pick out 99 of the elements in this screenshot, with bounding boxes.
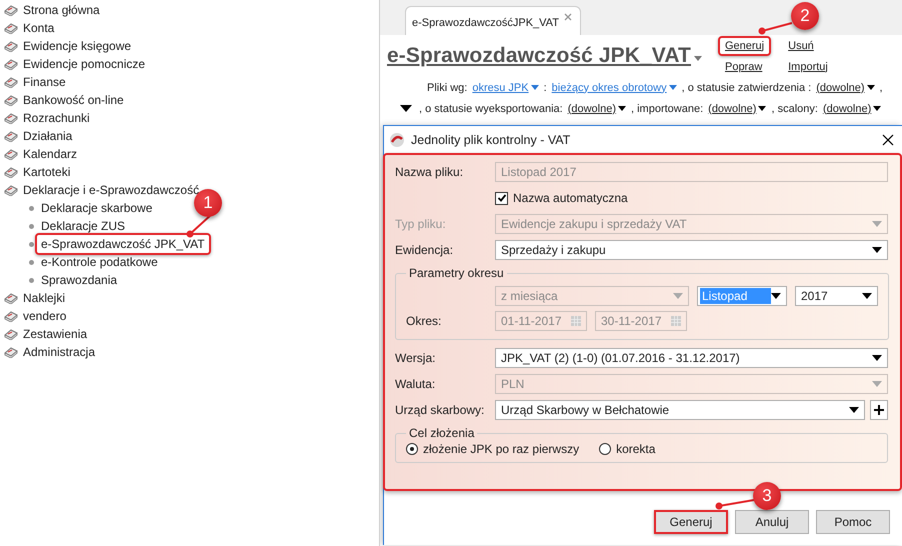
bullet-icon (29, 242, 34, 246)
dialog-button[interactable]: Pomoc (816, 510, 890, 534)
book-icon (4, 346, 18, 358)
filter-label: : (544, 82, 547, 94)
group-title: Cel złożenia (408, 426, 476, 440)
filter-dropdown[interactable]: (dowolne) (816, 82, 875, 94)
book-icon (4, 22, 18, 34)
caret-icon (872, 247, 882, 253)
caret-icon (872, 381, 882, 387)
caret-icon (849, 407, 859, 413)
caret-icon (872, 355, 882, 361)
dialog-button[interactable]: Generuj (654, 510, 728, 534)
tree-item[interactable]: Strona główna (0, 3, 100, 17)
tree-item[interactable]: Konta (0, 21, 54, 35)
filter-link[interactable]: bieżący okres obrotowy (552, 82, 677, 94)
tree-item[interactable]: Naklejki (0, 291, 66, 305)
field-label: Typ pliku: (395, 217, 447, 231)
group-title: Parametry okresu (408, 266, 505, 280)
radio-label: złożenie JPK po raz pierwszy (423, 442, 580, 456)
action-link[interactable]: Generuj (718, 36, 772, 56)
caret-icon (771, 293, 781, 299)
checkbox-label: Nazwa automatyczna (513, 191, 628, 205)
caret-icon (673, 293, 683, 299)
filter-dropdown[interactable]: (dowolne) (822, 102, 882, 114)
book-icon (4, 328, 18, 340)
caret-icon (862, 293, 872, 299)
field-label: Urząd skarbowy: (395, 403, 486, 417)
caret-icon (866, 85, 875, 90)
tree-item[interactable]: Kartoteki (0, 165, 70, 179)
filter-label: Pliki wg: (427, 82, 468, 94)
tree-item[interactable]: Ewidencje księgowe (0, 39, 132, 53)
tree-item[interactable]: Zestawienia (0, 327, 88, 341)
checkbox[interactable] (495, 192, 508, 204)
callout-badge: 3 (753, 482, 781, 510)
caret-icon (530, 85, 539, 90)
book-icon (4, 4, 18, 16)
page-title[interactable]: e-Sprawozdawczość JPK_VAT (387, 44, 691, 68)
tree-item[interactable]: Finanse (0, 75, 66, 89)
expand-icon[interactable] (400, 105, 412, 112)
tree-item[interactable]: Kalendarz (0, 147, 78, 161)
add-button[interactable] (870, 400, 888, 420)
dialog-title: Jednolity plik kontrolny - VAT (411, 132, 572, 146)
caret-icon (758, 106, 766, 112)
filter-label: , importowane: (631, 102, 704, 114)
tree-item[interactable]: Ewidencje pomocnicze (0, 57, 146, 71)
filter-label: , o statusie wyeksportowania: (419, 102, 563, 114)
radio-button[interactable] (406, 443, 418, 455)
bullet-icon (29, 206, 34, 210)
tree-item[interactable]: Bankowość on-line (0, 93, 124, 107)
dropdown-field[interactable]: 2017 (795, 286, 878, 306)
tree-item[interactable]: Administracja (0, 345, 96, 359)
tree-item[interactable]: Rozrachunki (0, 111, 90, 125)
caret-icon (872, 221, 882, 227)
caret-icon (668, 85, 677, 90)
caret-icon (873, 106, 882, 112)
book-icon (4, 310, 18, 322)
book-icon (4, 166, 18, 178)
book-icon (4, 112, 18, 124)
book-icon (4, 40, 18, 52)
filter-dropdown[interactable]: (dowolne) (708, 102, 766, 114)
caret-icon (618, 106, 626, 112)
action-link[interactable]: Usuń (781, 36, 821, 56)
book-icon (4, 292, 18, 304)
book-icon (4, 58, 18, 70)
dialog-button[interactable]: Anuluj (735, 510, 809, 534)
field-label: Waluta: (395, 377, 436, 391)
dropdown-field[interactable]: Urząd Skarbowy w Bełchatowie (495, 400, 865, 420)
field-label: Okres: (406, 314, 442, 328)
radio-button[interactable] (599, 443, 612, 455)
book-icon (4, 130, 18, 142)
dropdown-field[interactable]: JPK_VAT (2) (1-0) (01.07.2016 - 31.12.2017) (495, 348, 888, 368)
bullet-icon (29, 278, 34, 282)
field-label: Wersja: (395, 351, 436, 365)
action-link[interactable]: Importuj (781, 56, 835, 76)
book-icon (4, 94, 18, 106)
bullet-icon (29, 224, 34, 228)
filter-dropdown[interactable]: (dowolne) (568, 102, 626, 114)
close-icon[interactable] (882, 134, 894, 146)
filter-link[interactable]: okresu JPK (472, 82, 539, 94)
bullet-icon (29, 260, 34, 264)
action-link[interactable]: Popraw (718, 56, 770, 76)
dropdown-field[interactable]: Sprzedaży i zakupu (495, 240, 888, 260)
filter-label: , o statusie zatwierdzenia : (682, 82, 812, 94)
tree-item[interactable]: e-Sprawozdawczość JPK_VAT (35, 233, 211, 255)
radio-label: korekta (616, 442, 656, 456)
caret-icon[interactable] (694, 56, 702, 60)
book-icon (4, 76, 18, 88)
tree-item[interactable]: Deklaracje i e-Sprawozdawczość (0, 183, 200, 197)
field-label: Ewidencja: (395, 243, 454, 257)
filter-label: , scalony: (771, 102, 818, 114)
app-logo-icon (389, 132, 405, 148)
tree-item[interactable]: vendero (0, 309, 66, 323)
tree-item[interactable]: Działania (0, 129, 72, 143)
filter-label: , (880, 82, 883, 94)
book-icon (4, 184, 18, 196)
plus-icon (874, 405, 884, 415)
book-icon (4, 148, 18, 160)
field-label: Nazwa pliku: (395, 165, 464, 179)
document-tab[interactable]: e-SprawozdawczośćJPK_VAT (405, 6, 581, 35)
